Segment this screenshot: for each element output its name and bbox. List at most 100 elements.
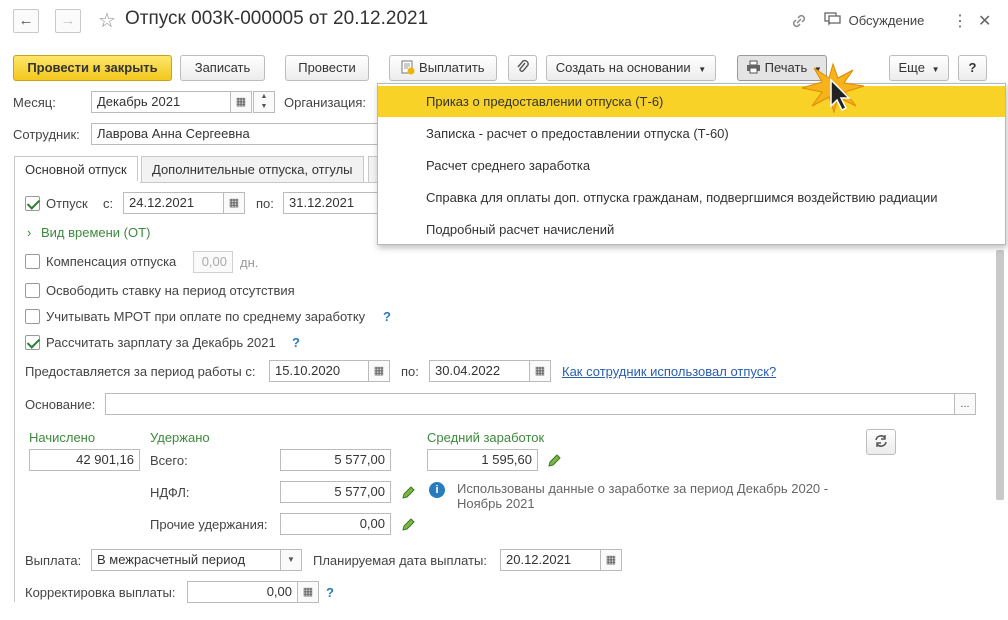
calc-salary-checkbox[interactable] <box>25 335 40 350</box>
period-label: Предоставляется за период работы с: <box>25 364 256 379</box>
accrued-label: Начислено <box>29 430 96 445</box>
discussion-button[interactable]: Обсуждение <box>824 12 924 28</box>
close-icon[interactable]: ✕ <box>978 11 991 31</box>
pay-button[interactable]: Выплатить <box>389 55 497 81</box>
pencil-icon[interactable] <box>400 517 416 533</box>
more-button[interactable]: Еще ▼ <box>889 55 949 81</box>
print-menu-item-avg-earnings[interactable]: Расчет среднего заработка <box>378 150 1005 181</box>
post-and-close-button[interactable]: Провести и закрыть <box>13 55 172 81</box>
tab-panel <box>14 182 994 602</box>
leave-from-label: с: <box>103 196 114 211</box>
compensation-unit: дн. <box>240 255 259 270</box>
more-label: Еще <box>898 60 925 75</box>
create-based-on-button[interactable]: Создать на основании ▼ <box>546 55 716 81</box>
total-label: Всего: <box>150 453 188 468</box>
leave-usage-link[interactable]: Как сотрудник использовал отпуск? <box>562 364 776 379</box>
chevron-down-icon: ▼ <box>931 65 940 74</box>
pencil-icon[interactable] <box>546 453 562 469</box>
average-earnings-field: 1 595,60 <box>427 449 538 471</box>
mrot-label: Учитывать МРОТ при оплате по среднему за… <box>46 309 366 324</box>
refresh-icon <box>874 434 888 449</box>
info-text-line2: Ноябрь 2021 <box>457 496 535 511</box>
chevron-down-icon: ▼ <box>698 65 707 74</box>
attach-button[interactable] <box>508 55 537 81</box>
print-menu-item-radiation-certificate[interactable]: Справка для оплаты доп. отпуска граждана… <box>378 182 1005 213</box>
other-withholdings-field: 0,00 <box>280 513 391 535</box>
print-menu-item-detailed-calc[interactable]: Подробный расчет начислений <box>378 214 1005 245</box>
other-withholdings-label: Прочие удержания: <box>150 517 268 532</box>
leave-to-label: по: <box>256 196 274 211</box>
compensation-days-field: 0,00 <box>193 251 233 273</box>
save-button[interactable]: Записать <box>180 55 265 81</box>
month-stepper[interactable]: ▲ ▼ <box>253 91 275 113</box>
print-menu-item-t60[interactable]: Записка - расчет о предоставлении отпуск… <box>378 118 1005 149</box>
basis-select-button[interactable]: ... <box>954 393 976 415</box>
withheld-label: Удержано <box>150 430 210 445</box>
payment-select[interactable]: В межрасчетный период <box>91 549 281 571</box>
forward-button[interactable]: → <box>55 9 81 33</box>
print-menu: Приказ о предоставлении отпуска (Т-6) За… <box>377 83 1006 245</box>
release-rate-checkbox[interactable] <box>25 283 40 298</box>
help-icon[interactable]: ? <box>292 335 300 350</box>
help-icon[interactable]: ? <box>383 309 391 324</box>
calendar-icon[interactable]: ▦ <box>223 192 245 214</box>
basis-label: Основание: <box>25 397 96 412</box>
period-from-field[interactable]: 15.10.2020 <box>269 360 369 382</box>
paperclip-icon <box>516 59 530 75</box>
printer-icon <box>746 60 765 75</box>
leave-from-field[interactable]: 24.12.2021 <box>123 192 224 214</box>
planned-date-field[interactable]: 20.12.2021 <box>500 549 601 571</box>
post-button[interactable]: Провести <box>285 55 369 81</box>
pay-doc-icon <box>401 60 419 75</box>
calendar-icon[interactable]: ▦ <box>368 360 390 382</box>
info-icon: i <box>429 482 445 498</box>
leave-checkbox[interactable] <box>25 196 40 211</box>
tab-additional-leave[interactable]: Дополнительные отпуска, отгулы <box>141 156 364 183</box>
print-menu-item-t6[interactable]: Приказ о предоставлении отпуска (Т-6) <box>378 86 1005 117</box>
calendar-icon[interactable]: ▦ <box>600 549 622 571</box>
release-rate-label: Освободить ставку на период отсутствия <box>46 283 295 298</box>
calendar-icon[interactable]: ▦ <box>529 360 551 382</box>
period-to-label: по: <box>401 364 419 379</box>
pencil-icon[interactable] <box>400 485 416 501</box>
planned-date-label: Планируемая дата выплаты: <box>313 553 487 568</box>
organization-label: Организация: <box>284 95 367 110</box>
correction-field[interactable]: 0,00 <box>187 581 298 603</box>
refresh-button[interactable] <box>866 429 896 455</box>
month-label: Месяц: <box>13 95 56 110</box>
link-icon[interactable] <box>790 12 808 35</box>
leave-to-field[interactable]: 31.12.2021 <box>283 192 378 214</box>
help-icon[interactable]: ? <box>326 585 334 600</box>
month-field[interactable]: Декабрь 2021 <box>91 91 231 113</box>
discussion-label: Обсуждение <box>848 13 925 28</box>
calc-salary-label: Рассчитать зарплату за Декабрь 2021 <box>46 335 276 350</box>
tab-main-leave[interactable]: Основной отпуск <box>14 156 138 183</box>
forward-arrow-icon: → <box>60 12 76 29</box>
chevron-right-icon: › <box>27 225 32 240</box>
compensation-label: Компенсация отпуска <box>46 254 177 269</box>
chevron-down-icon[interactable]: ▼ <box>280 549 302 571</box>
employee-label: Сотрудник: <box>13 127 80 142</box>
compensation-checkbox[interactable] <box>25 254 40 269</box>
help-button[interactable]: ? <box>958 55 987 81</box>
mrot-checkbox[interactable] <box>25 309 40 324</box>
basis-field[interactable] <box>105 393 955 415</box>
ndfl-label: НДФЛ: <box>150 485 190 500</box>
more-actions-icon[interactable]: ⋮ <box>952 11 968 31</box>
back-arrow-icon: ← <box>18 12 34 29</box>
star-icon[interactable]: ☆ <box>98 8 116 33</box>
time-kind-expander[interactable]: › Вид времени (ОТ) <box>27 225 150 240</box>
calculator-icon[interactable]: ▦ <box>297 581 319 603</box>
average-earnings-label: Средний заработок <box>427 430 545 445</box>
employee-field[interactable]: Лаврова Анна Сергеевна <box>91 123 381 145</box>
scrollbar[interactable] <box>995 250 1005 600</box>
total-field: 5 577,00 <box>280 449 391 471</box>
accrued-field: 42 901,16 <box>29 449 140 471</box>
back-button[interactable]: ← <box>13 9 39 33</box>
payment-label: Выплата: <box>25 553 82 568</box>
scrollbar-thumb[interactable] <box>996 250 1004 500</box>
period-to-field[interactable]: 30.04.2022 <box>429 360 530 382</box>
page-title: Отпуск 003К-000005 от 20.12.2021 <box>125 8 429 29</box>
calendar-icon[interactable]: ▦ <box>230 91 252 113</box>
create-based-label: Создать на основании <box>555 60 691 75</box>
